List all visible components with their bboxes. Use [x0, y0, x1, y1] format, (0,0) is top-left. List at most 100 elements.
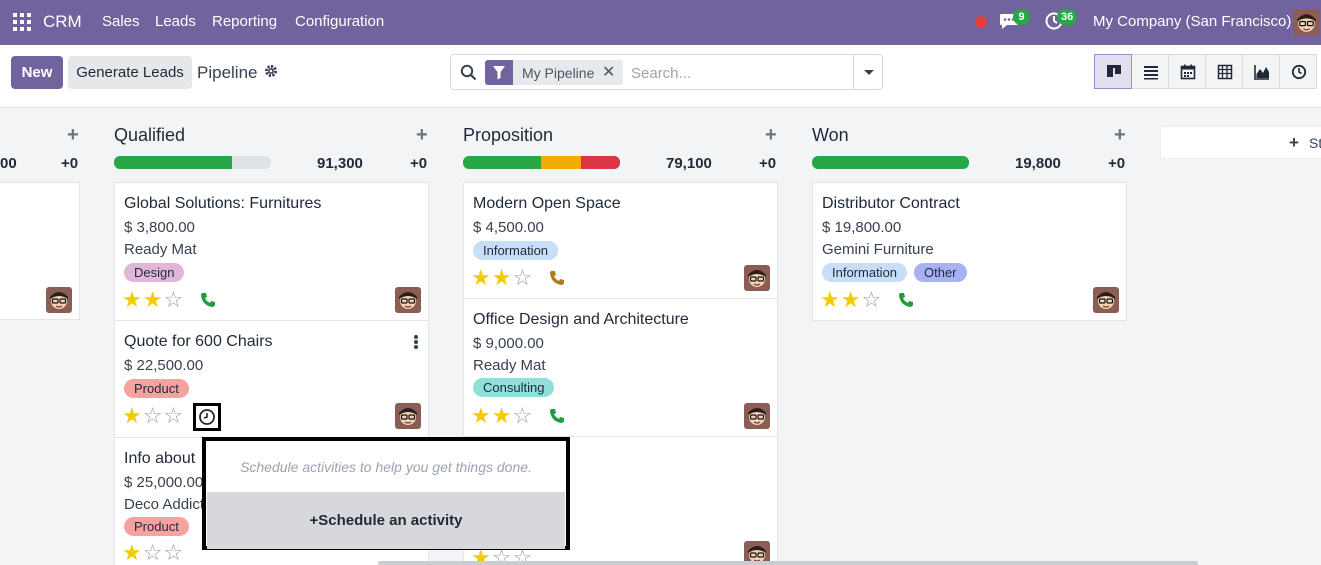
avatar[interactable] [395, 287, 421, 313]
search-icon[interactable] [460, 64, 477, 81]
activity-popover: Schedule activities to help you get thin… [202, 437, 570, 550]
activity-view-button[interactable] [1279, 54, 1317, 89]
menu-sales[interactable]: Sales [102, 13, 140, 30]
activities-badge: 36 [1057, 9, 1078, 25]
card-amount: $ 25,000.00 [124, 474, 204, 491]
column-total: 79,100 [666, 155, 712, 172]
card-title: Office Design and Architecture [473, 311, 689, 328]
kanban-card[interactable]: Global Solutions: Furnitures $ 3,800.00 … [114, 182, 429, 321]
priority-stars[interactable]: ★★☆ [820, 289, 882, 311]
avatar[interactable] [744, 265, 770, 291]
search-options-toggle[interactable] [853, 55, 883, 89]
tag: Other [914, 263, 967, 282]
tag: Information [473, 241, 559, 260]
filter-icon [485, 60, 513, 85]
priority-stars[interactable]: ★☆☆ [122, 542, 184, 564]
column-title-qualified[interactable]: Qualified [114, 125, 185, 146]
column-total: 19,800 [1015, 155, 1061, 172]
phone-icon[interactable] [549, 270, 565, 286]
kanban-view-button[interactable] [1094, 54, 1132, 89]
kanban-card[interactable] [0, 182, 80, 320]
column-plus: +0 [1108, 155, 1126, 172]
search-input[interactable] [631, 62, 841, 84]
quick-create-button[interactable]: + [765, 124, 777, 147]
avatar[interactable] [395, 403, 421, 429]
progress-bar[interactable] [812, 156, 969, 169]
card-title: Distributor Contract [822, 195, 960, 212]
card-title: Global Solutions: Furnitures [124, 195, 322, 212]
card-menu-icon[interactable] [414, 335, 418, 349]
graph-icon [1254, 65, 1269, 80]
new-button[interactable]: New [11, 56, 63, 89]
quick-create-button[interactable]: + [1114, 124, 1126, 147]
tag: Design [124, 263, 185, 282]
app-brand[interactable]: CRM [43, 12, 82, 32]
apps-menu-icon[interactable] [13, 13, 31, 31]
schedule-activity-button[interactable]: +Schedule an activity [207, 492, 565, 549]
generate-leads-button[interactable]: Generate Leads [68, 56, 192, 89]
messages-badge: 9 [1013, 9, 1030, 25]
user-avatar[interactable] [1293, 9, 1320, 36]
search-bar: My Pipeline ✕ [450, 54, 883, 90]
phone-icon[interactable] [549, 408, 565, 424]
tag: Consulting [473, 378, 555, 397]
add-column-label: St [1309, 135, 1321, 151]
schedule-activity-clock-icon[interactable] [193, 403, 221, 431]
kanban-icon [1107, 65, 1121, 77]
column-plus: +0 [61, 155, 79, 172]
menu-reporting[interactable]: Reporting [212, 13, 277, 30]
avatar[interactable] [744, 403, 770, 429]
quick-create-button[interactable]: + [67, 124, 79, 147]
menu-leads[interactable]: Leads [155, 13, 196, 30]
top-navbar: CRM Sales Leads Reporting Configuration … [0, 0, 1321, 45]
priority-stars[interactable]: ★★☆ [471, 405, 533, 427]
remove-facet-icon[interactable]: ✕ [602, 62, 615, 82]
view-switcher [1094, 54, 1317, 89]
pivot-icon [1217, 64, 1233, 80]
card-title: Quote for 600 Chairs [124, 333, 273, 350]
priority-stars[interactable]: ★★☆ [471, 267, 533, 289]
kanban-card[interactable]: Distributor Contract $ 19,800.00 Gemini … [812, 182, 1127, 321]
horizontal-scrollbar[interactable] [378, 561, 1198, 565]
menu-configuration[interactable]: Configuration [295, 13, 384, 30]
card-company: Ready Mat [473, 357, 546, 374]
calendar-view-button[interactable] [1168, 54, 1206, 89]
kanban-card[interactable]: Quote for 600 Chairs $ 22,500.00 Product… [114, 320, 429, 438]
popover-message: Schedule activities to help you get thin… [240, 459, 532, 475]
column-title-won[interactable]: Won [812, 125, 849, 146]
priority-stars[interactable]: ★☆☆ [122, 405, 184, 427]
activity-icon [1291, 64, 1307, 80]
facet-label: My Pipeline [522, 65, 595, 81]
avatar[interactable] [1093, 287, 1119, 313]
breadcrumb-pipeline: Pipeline [197, 63, 258, 82]
card-amount: $ 9,000.00 [473, 335, 544, 352]
card-company: Gemini Furniture [822, 241, 934, 258]
search-facet[interactable]: My Pipeline ✕ [485, 60, 623, 85]
card-company: Deco Addict [124, 496, 205, 513]
control-panel: New Generate Leads Pipeline My Pipeline … [0, 45, 1321, 108]
list-view-button[interactable] [1131, 54, 1169, 89]
column-plus: +0 [410, 155, 428, 172]
kanban-card[interactable]: Modern Open Space $ 4,500.00 Information… [463, 182, 778, 299]
phone-icon[interactable] [898, 292, 914, 308]
graph-view-button[interactable] [1242, 54, 1280, 89]
progress-bar[interactable] [114, 156, 271, 169]
company-switcher[interactable]: My Company (San Francisco) [1093, 13, 1291, 30]
kanban-card[interactable]: Office Design and Architecture $ 9,000.0… [463, 298, 778, 437]
tag: Product [124, 517, 189, 536]
card-amount: $ 22,500.00 [124, 357, 204, 374]
recording-dot-icon[interactable] [975, 16, 987, 28]
card-amount: $ 4,500.00 [473, 219, 544, 236]
pivot-view-button[interactable] [1205, 54, 1243, 89]
progress-bar[interactable] [463, 156, 620, 169]
avatar[interactable] [46, 287, 72, 313]
column-title-proposition[interactable]: Proposition [463, 125, 553, 146]
priority-stars[interactable]: ★★☆ [122, 289, 184, 311]
add-column-button[interactable]: + St [1160, 126, 1321, 159]
quick-create-button[interactable]: + [416, 124, 428, 147]
plus-icon: + [1289, 133, 1299, 152]
phone-icon[interactable] [200, 292, 216, 308]
gear-icon[interactable] [264, 64, 278, 81]
card-title: Modern Open Space [473, 195, 621, 212]
tag: Information [822, 263, 908, 282]
